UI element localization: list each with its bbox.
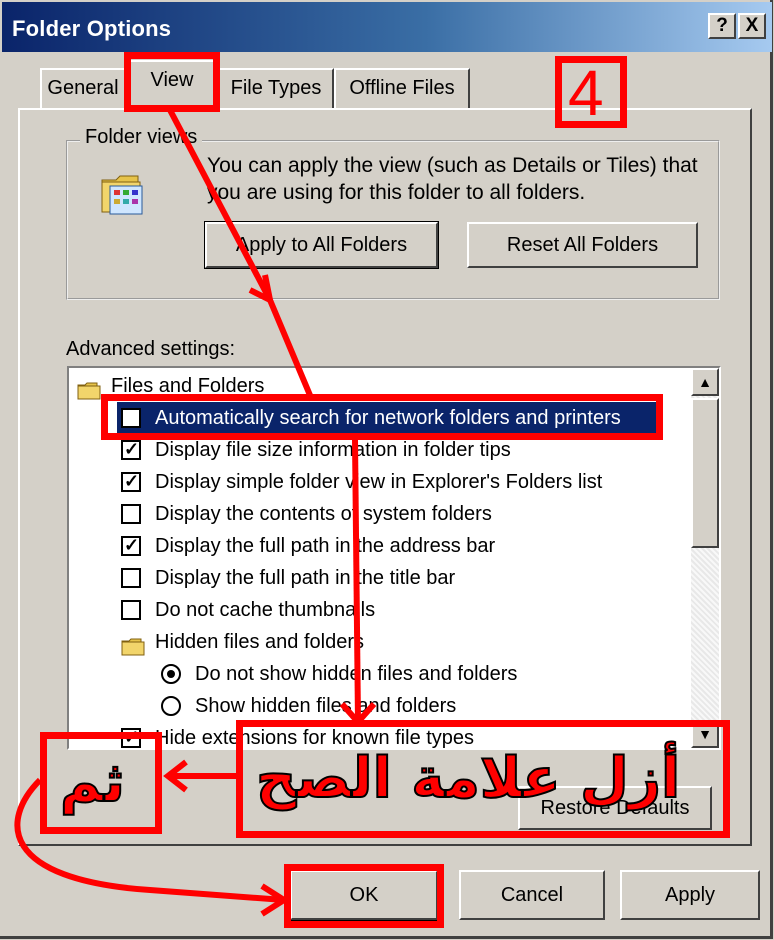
vertical-scrollbar[interactable]: ▲ ▼ bbox=[691, 368, 719, 748]
checkbox[interactable]: ✓ bbox=[121, 471, 141, 492]
radio-dot-icon bbox=[167, 670, 175, 678]
checkbox[interactable]: ✓ bbox=[121, 535, 141, 556]
annotation-view-tab-box bbox=[124, 52, 220, 112]
folder-views-legend: Folder views bbox=[80, 126, 203, 149]
radio-button[interactable] bbox=[161, 696, 181, 716]
folder-views-icon bbox=[98, 170, 148, 218]
checkmark-icon: ✓ bbox=[124, 535, 140, 555]
list-item-label: Do not show hidden files and folders bbox=[195, 663, 518, 685]
list-item-label: Display the full path in the address bar bbox=[155, 535, 496, 557]
help-button[interactable]: ? bbox=[708, 13, 736, 39]
list-item-label: Do not cache thumbnails bbox=[155, 599, 376, 621]
apply-to-all-folders-button[interactable]: Apply to All Folders bbox=[204, 221, 439, 269]
scrollbar-thumb[interactable] bbox=[691, 398, 719, 548]
checkbox[interactable] bbox=[121, 568, 141, 588]
list-item-label: Hidden files and folders bbox=[155, 631, 365, 653]
list-item-label: Display the contents of system folders bbox=[155, 503, 492, 525]
annotation-then-text: ثم bbox=[59, 749, 126, 816]
list-item-label: Display the full path in the title bar bbox=[155, 567, 456, 589]
annotation-instruction-text: أزل علامة الصح bbox=[255, 745, 681, 812]
annotation-step-number: 4 bbox=[568, 57, 604, 129]
advanced-settings-label: Advanced settings: bbox=[66, 338, 235, 360]
folder-icon bbox=[77, 378, 101, 400]
reset-all-folders-button[interactable]: Reset All Folders bbox=[467, 222, 698, 268]
annotation-step-box: 4 bbox=[555, 56, 627, 129]
window-title: Folder Options bbox=[12, 16, 172, 41]
tab-offline-files[interactable]: Offline Files bbox=[334, 68, 470, 108]
tab-general[interactable]: General bbox=[40, 68, 126, 108]
close-button[interactable]: X bbox=[738, 13, 766, 39]
annotation-checkbox-box bbox=[101, 394, 663, 440]
list-item-label: Show hidden files and folders bbox=[195, 695, 457, 717]
annotation-ok-box bbox=[284, 864, 444, 928]
title-bar: Folder Options ? X bbox=[2, 2, 772, 52]
apply-button[interactable]: Apply bbox=[620, 870, 760, 920]
folder-icon bbox=[121, 634, 145, 656]
scroll-up-button[interactable]: ▲ bbox=[691, 368, 719, 396]
checkmark-icon: ✓ bbox=[124, 471, 140, 491]
cancel-button[interactable]: Cancel bbox=[459, 870, 605, 920]
tab-file-types[interactable]: File Types bbox=[218, 68, 334, 108]
list-item-label: Display simple folder view in Explorer's… bbox=[155, 471, 603, 493]
checkbox[interactable] bbox=[121, 504, 141, 524]
folder-views-description: You can apply the view (such as Details … bbox=[207, 154, 698, 204]
radio-button[interactable] bbox=[161, 664, 181, 684]
checkbox[interactable] bbox=[121, 600, 141, 620]
checkbox[interactable]: ✓ bbox=[121, 439, 141, 460]
